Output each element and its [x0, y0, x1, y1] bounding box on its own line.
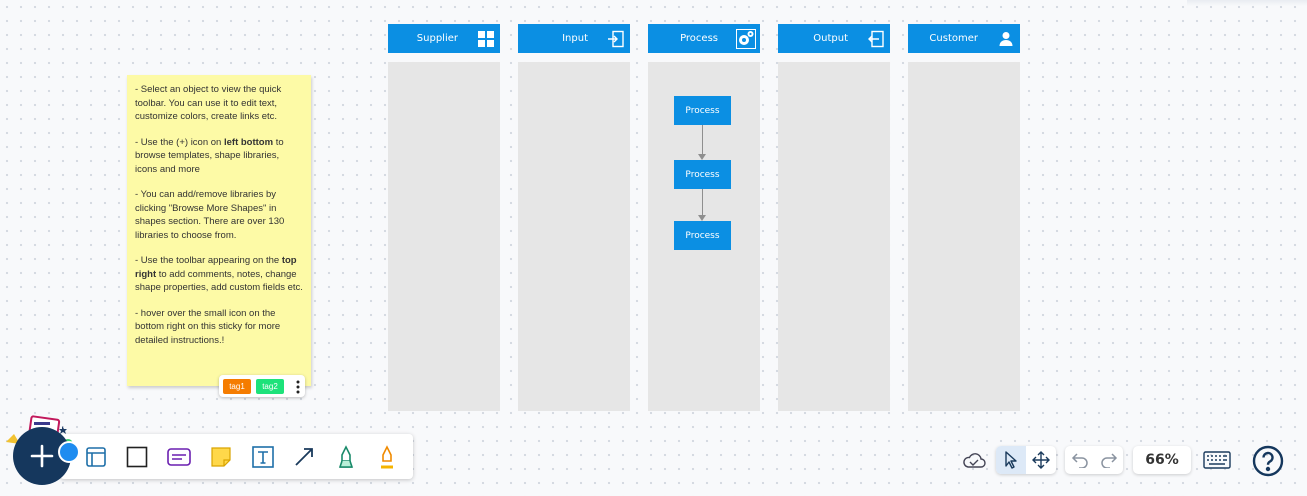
sticky-bold-run: left bottom [223, 136, 274, 148]
process-box[interactable]: Process [674, 221, 731, 250]
grid-icon [472, 30, 500, 48]
keyboard-icon[interactable] [1202, 449, 1232, 471]
column-header-supplier[interactable]: Supplier [388, 24, 500, 53]
redo-icon[interactable] [1094, 446, 1123, 474]
rectangle-icon[interactable] [122, 442, 152, 472]
card-icon[interactable] [164, 442, 194, 472]
shape-toolbar [60, 434, 413, 479]
sticky-note-icon[interactable] [206, 442, 236, 472]
sticky-paragraph: - Select an object to view the quick too… [135, 84, 282, 122]
column-label: Customer [929, 33, 978, 44]
exit-icon [862, 30, 890, 48]
notification-dot [58, 441, 80, 463]
marker-icon[interactable] [331, 442, 361, 472]
connector-line[interactable] [702, 125, 703, 155]
undo-icon[interactable] [1065, 446, 1094, 474]
column-header-output[interactable]: Output [778, 24, 890, 53]
column-header-customer[interactable]: Customer [908, 24, 1020, 53]
history-group [1065, 446, 1123, 474]
column-header-process[interactable]: Process [648, 24, 760, 53]
sticky-text-run: to add comments, notes, change shape pro… [135, 268, 303, 294]
cloud-save-icon[interactable] [960, 449, 988, 471]
pan-move-icon[interactable] [1026, 446, 1056, 474]
column-body-customer[interactable] [908, 62, 1020, 411]
select-pointer-icon[interactable] [996, 446, 1026, 474]
zoom-level[interactable]: 66% [1133, 446, 1191, 474]
highlighter-icon[interactable] [372, 442, 402, 472]
column-label: Process [680, 33, 718, 44]
tag-bar: tag1 tag2 [219, 375, 305, 397]
process-box[interactable]: Process [674, 160, 731, 189]
help-icon[interactable] [1251, 444, 1285, 478]
process-box[interactable]: Process [674, 96, 731, 125]
column-body-output[interactable] [778, 62, 890, 411]
arrow-icon[interactable] [289, 442, 319, 472]
sticky-text-run: - Use the (+) icon on [135, 136, 224, 148]
column-label: Supplier [416, 33, 458, 44]
gear-icon [732, 28, 760, 49]
sticky-note[interactable]: - Select an object to view the quick too… [127, 75, 311, 386]
person-icon [992, 31, 1020, 47]
column-label: Input [562, 33, 588, 44]
sticky-text[interactable]: - Select an object to view the quick too… [135, 83, 303, 359]
connector-line[interactable] [702, 189, 703, 216]
tag-chip[interactable]: tag2 [256, 379, 284, 394]
more-options-icon[interactable] [296, 379, 300, 394]
sticky-paragraph: - Use the toolbar appearing on the top r… [135, 254, 303, 295]
top-edge-shadow [1187, 0, 1307, 6]
sticky-text-run: - Use the toolbar appearing on the [135, 255, 282, 266]
frame-icon[interactable] [81, 442, 111, 472]
column-label: Output [813, 33, 848, 44]
pointer-mode-group [996, 446, 1056, 474]
sticky-paragraph: - hover over the small icon on the botto… [135, 307, 281, 346]
column-header-input[interactable]: Input [518, 24, 630, 53]
column-body-supplier[interactable] [388, 62, 500, 411]
text-icon[interactable] [248, 442, 278, 472]
enter-icon [602, 30, 630, 48]
sticky-paragraph: - You can add/remove libraries by clicki… [135, 189, 285, 241]
column-body-input[interactable] [518, 62, 630, 411]
sticky-paragraph: - Use the (+) icon on left bottom to bro… [135, 136, 303, 177]
tag-chip[interactable]: tag1 [223, 379, 251, 394]
plus-icon [30, 444, 54, 468]
